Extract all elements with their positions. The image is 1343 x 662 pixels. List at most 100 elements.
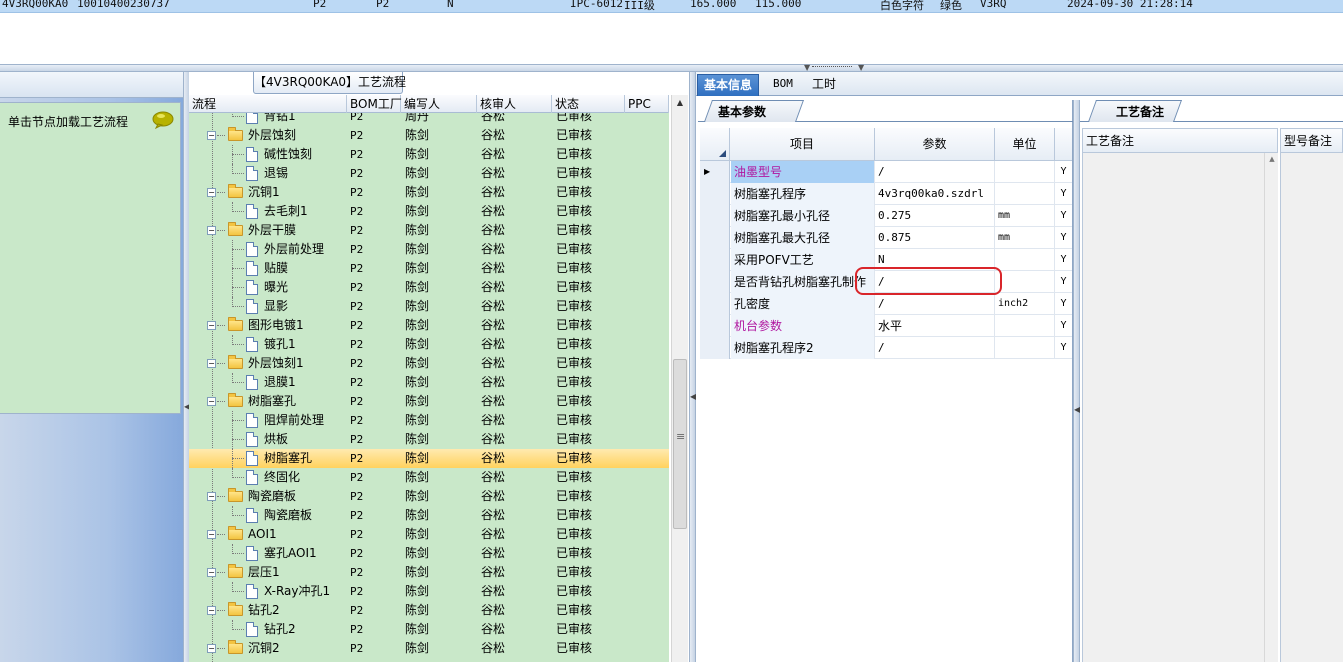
tree-step-row[interactable]: 贴膜 P2 陈剑 谷松 已审核 [189, 259, 669, 278]
param-value-cell[interactable]: 水平 [875, 315, 995, 337]
tab-basic-params[interactable]: 基本参数 [718, 103, 766, 120]
tree-step-row[interactable]: 终固化 P2 陈剑 谷松 已审核 [189, 468, 669, 487]
tree-node-cell[interactable]: − AOI1 [189, 525, 347, 544]
tree-group-row[interactable]: − 钻孔2 P2 陈剑 谷松 已审核 [189, 601, 669, 620]
tree-step-row[interactable]: 阻焊前处理 P2 陈剑 谷松 已审核 [189, 411, 669, 430]
tree-node-cell[interactable]: − 外层蚀刻1 [189, 354, 347, 373]
tree-node-cell[interactable]: X-Ray冲孔1 [189, 582, 347, 601]
tree-group-row[interactable]: − 图形电镀1 P2 陈剑 谷松 已审核 [189, 316, 669, 335]
collapse-toggle-icon[interactable]: − [207, 568, 216, 577]
tree-title-tab[interactable]: 【4V3RQ00KA0】工艺流程 [253, 72, 406, 94]
tree-group-row[interactable]: − 外层蚀刻 P2 陈剑 谷松 已审核 [189, 126, 669, 145]
tree-step-row[interactable]: 曝光 P2 陈剑 谷松 已审核 [189, 278, 669, 297]
param-value-cell[interactable]: 4v3rq00ka0.szdrl [875, 183, 995, 205]
param-row[interactable]: 树脂塞孔程序2/ Y [700, 337, 1072, 359]
tree-node-cell[interactable]: − 外层蚀刻 [189, 126, 347, 145]
splitter-grip-icon[interactable] [812, 66, 852, 69]
tree-node-cell[interactable]: 退膜1 [189, 373, 347, 392]
tree-node-cell[interactable]: 烘板 [189, 430, 347, 449]
param-row[interactable]: 机台参数 水平 Y [700, 315, 1072, 337]
collapse-toggle-icon[interactable]: − [207, 492, 216, 501]
tree-node-cell[interactable]: − 图形电镀1 [189, 316, 347, 335]
tree-group-row[interactable]: − 外层干膜 P2 陈剑 谷松 已审核 [189, 221, 669, 240]
col-header-writer[interactable]: 编写人 [401, 95, 477, 113]
collapse-toggle-icon[interactable]: − [207, 359, 216, 368]
col-header-process[interactable]: 流程 [189, 95, 347, 113]
tree-node-cell[interactable]: 显影 [189, 297, 347, 316]
tree-node-cell[interactable]: 钻孔2 [189, 620, 347, 639]
collapse-toggle-icon[interactable]: − [207, 644, 216, 653]
row-selector[interactable] [700, 249, 730, 271]
tree-vertical-scrollbar[interactable]: ▲ [671, 95, 688, 662]
col-header-ppc[interactable]: PPC [625, 95, 669, 113]
splitter-down-arrow-icon-2[interactable]: ▼ [858, 63, 864, 72]
tree-group-row[interactable]: − 沉铜2 P2 陈剑 谷松 已审核 [189, 639, 669, 658]
collapse-toggle-icon[interactable]: − [207, 530, 216, 539]
tree-node-cell[interactable]: 外层前处理 [189, 240, 347, 259]
tree-group-row[interactable]: − 树脂塞孔 P2 陈剑 谷松 已审核 [189, 392, 669, 411]
param-row[interactable]: ▶ 油墨型号 / Y [700, 161, 1072, 183]
collapse-toggle-icon[interactable]: − [207, 321, 216, 330]
tree-node-cell[interactable]: − 钻孔2 [189, 601, 347, 620]
collapse-toggle-icon[interactable]: − [207, 226, 216, 235]
tree-node-cell[interactable]: 碱性蚀刻 [189, 145, 347, 164]
tree-node-cell[interactable]: 陶瓷磨板 [189, 506, 347, 525]
param-value-cell[interactable]: / [875, 293, 995, 315]
tree-step-row[interactable]: 退锡 P2 陈剑 谷松 已审核 [189, 164, 669, 183]
speech-bubble-icon[interactable] [152, 111, 174, 129]
params-notes-splitter[interactable]: ◀ [1073, 100, 1080, 662]
tree-step-row[interactable]: 钻孔2 P2 陈剑 谷松 已审核 [189, 620, 669, 639]
tree-step-row[interactable]: 碱性蚀刻 P2 陈剑 谷松 已审核 [189, 145, 669, 164]
tree-node-cell[interactable]: 退锡 [189, 164, 347, 183]
tab-basic-info[interactable]: 基本信息 [697, 74, 760, 96]
current-row-arrow-icon[interactable]: ▶ [700, 161, 730, 183]
param-value-cell[interactable]: / [875, 161, 995, 183]
tree-step-row[interactable]: 镀孔1 P2 陈剑 谷松 已审核 [189, 335, 669, 354]
order-list-row[interactable]: 4V3RQ00KA0 10010400230737 P2 P2 N IPC-60… [0, 0, 1343, 13]
tree-node-cell[interactable]: 树脂塞孔 [189, 449, 347, 468]
tree-step-row[interactable]: 显影 P2 陈剑 谷松 已审核 [189, 297, 669, 316]
param-value-cell[interactable]: 0.275 [875, 205, 995, 227]
tree-step-row[interactable]: 烘板 P2 陈剑 谷松 已审核 [189, 430, 669, 449]
tree-group-row[interactable]: − 外层蚀刻1 P2 陈剑 谷松 已审核 [189, 354, 669, 373]
tree-group-row[interactable]: − AOI1 P2 陈剑 谷松 已审核 [189, 525, 669, 544]
model-notes-textarea[interactable] [1280, 153, 1343, 662]
tree-node-cell[interactable]: 终固化 [189, 468, 347, 487]
row-selector[interactable] [700, 205, 730, 227]
row-selector[interactable] [700, 315, 730, 337]
grid-header-item[interactable]: 项目 [730, 128, 875, 161]
row-selector[interactable] [700, 293, 730, 315]
tree-node-cell[interactable]: 阻焊前处理 [189, 411, 347, 430]
param-row[interactable]: 孔密度 / inch2 Y [700, 293, 1072, 315]
row-selector[interactable] [700, 271, 730, 293]
grid-header-unit[interactable]: 单位 [995, 128, 1055, 161]
splitter-down-arrow-icon[interactable]: ▼ [804, 63, 810, 72]
param-row[interactable]: 树脂塞孔最小孔径 0.275 mm Y [700, 205, 1072, 227]
horizontal-splitter[interactable]: ▼ ▼ [0, 63, 1343, 72]
scroll-up-arrow-icon-2[interactable]: ▲ [1265, 155, 1279, 163]
row-selector[interactable] [700, 337, 730, 359]
param-value-cell[interactable]: / [875, 337, 995, 359]
param-value-cell[interactable]: 0.875 [875, 227, 995, 249]
tree-node-cell[interactable]: 背钻1 [189, 113, 347, 126]
tree-node-cell[interactable]: 镀孔1 [189, 335, 347, 354]
tree-node-cell[interactable]: − 沉铜1 [189, 183, 347, 202]
tree-node-cell[interactable]: − 层压1 [189, 563, 347, 582]
tree-step-row[interactable]: 树脂塞孔 P2 陈剑 谷松 已审核 [189, 449, 669, 468]
tree-step-row[interactable]: 背钻1 P2 周丹 谷松 已审核 [189, 113, 669, 126]
collapse-toggle-icon[interactable]: − [207, 606, 216, 615]
row-selector[interactable] [700, 183, 730, 205]
tree-node-cell[interactable]: − 沉铜2 [189, 639, 347, 658]
tab-process-notes[interactable]: 工艺备注 [1116, 103, 1164, 120]
tree-group-row[interactable]: − 层压1 P2 陈剑 谷松 已审核 [189, 563, 669, 582]
tab-work-hours[interactable]: 工时 [806, 74, 842, 96]
tree-node-cell[interactable]: − 树脂塞孔 [189, 392, 347, 411]
param-row[interactable]: 树脂塞孔程序 4v3rq00ka0.szdrl Y [700, 183, 1072, 205]
notes-scrollbar[interactable]: ▲ [1264, 153, 1278, 662]
tree-node-cell[interactable]: − 陶瓷磨板 [189, 487, 347, 506]
tree-step-row[interactable]: 去毛刺1 P2 陈剑 谷松 已审核 [189, 202, 669, 221]
col-header-status[interactable]: 状态 [552, 95, 625, 113]
tree-node-cell[interactable]: − 外层干膜 [189, 221, 347, 240]
left-hint-box[interactable]: 单击节点加载工艺流程 [0, 102, 181, 414]
scroll-up-arrow-icon[interactable]: ▲ [672, 95, 688, 111]
